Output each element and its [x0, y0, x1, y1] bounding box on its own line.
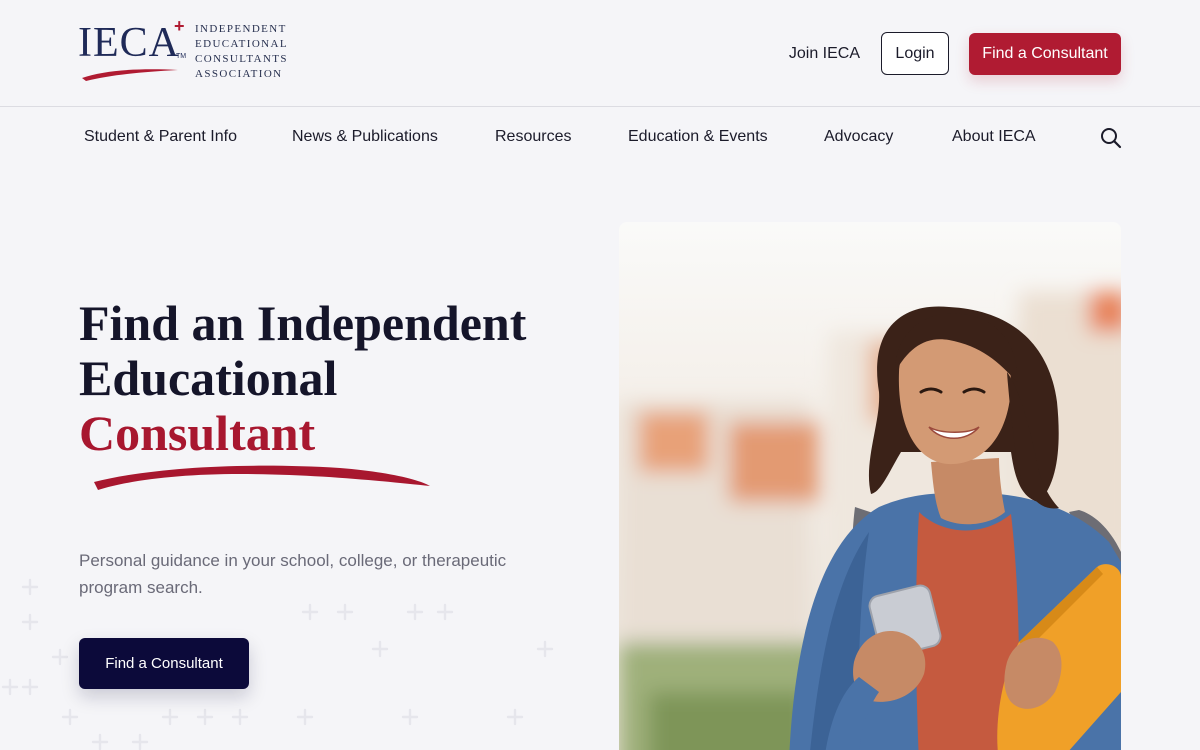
- logo-letters: IECA: [78, 20, 180, 66]
- main-nav: Student & Parent Info News & Publication…: [84, 128, 1124, 150]
- logo-plus-icon: +: [174, 16, 185, 36]
- hero-title: Find an Independent Educational Consulta…: [79, 296, 579, 461]
- search-icon[interactable]: [1100, 127, 1122, 154]
- logo-trademark: TM: [176, 53, 187, 60]
- nav-item-education-events[interactable]: Education & Events: [628, 128, 768, 146]
- hero-title-line-1: Find an Independent: [79, 295, 527, 351]
- logo-line: Association: [194, 68, 283, 80]
- site-header: IECA + TM Independent Educational Consul…: [0, 0, 1200, 107]
- nav-item-resources[interactable]: Resources: [495, 128, 571, 146]
- logo-mark: IECA + TM: [78, 16, 189, 86]
- find-consultant-header-button[interactable]: Find a Consultant: [969, 32, 1121, 75]
- nav-item-news-publications[interactable]: News & Publications: [292, 128, 438, 146]
- nav-item-student-parent-info[interactable]: Student & Parent Info: [84, 128, 237, 146]
- nav-item-advocacy[interactable]: Advocacy: [824, 128, 893, 146]
- title-underline-swoosh: [94, 465, 430, 490]
- hero-title-accent: Consultant: [79, 405, 316, 461]
- logo-swoosh: [82, 69, 178, 81]
- logo-line: Educational: [194, 38, 288, 50]
- login-button[interactable]: Login: [881, 32, 949, 75]
- hero-subtitle: Personal guidance in your school, colleg…: [79, 551, 507, 597]
- find-consultant-hero-button[interactable]: Find a Consultant: [79, 638, 249, 689]
- join-ieca-link[interactable]: Join IECA: [789, 45, 860, 63]
- logo-line: Consultants: [194, 53, 288, 65]
- logo-wordmark: Independent Educational Consultants Asso…: [195, 22, 288, 82]
- nav-item-about-ieca[interactable]: About IECA: [952, 128, 1036, 146]
- logo-line: Independent: [194, 23, 287, 35]
- header-actions: Join IECA Login Find a Consultant: [789, 32, 1121, 75]
- hero-title-line-2: Educational: [79, 350, 338, 406]
- hero-student-photo: [619, 222, 1121, 750]
- ieca-logo[interactable]: IECA + TM Independent Educational Consul…: [78, 16, 288, 86]
